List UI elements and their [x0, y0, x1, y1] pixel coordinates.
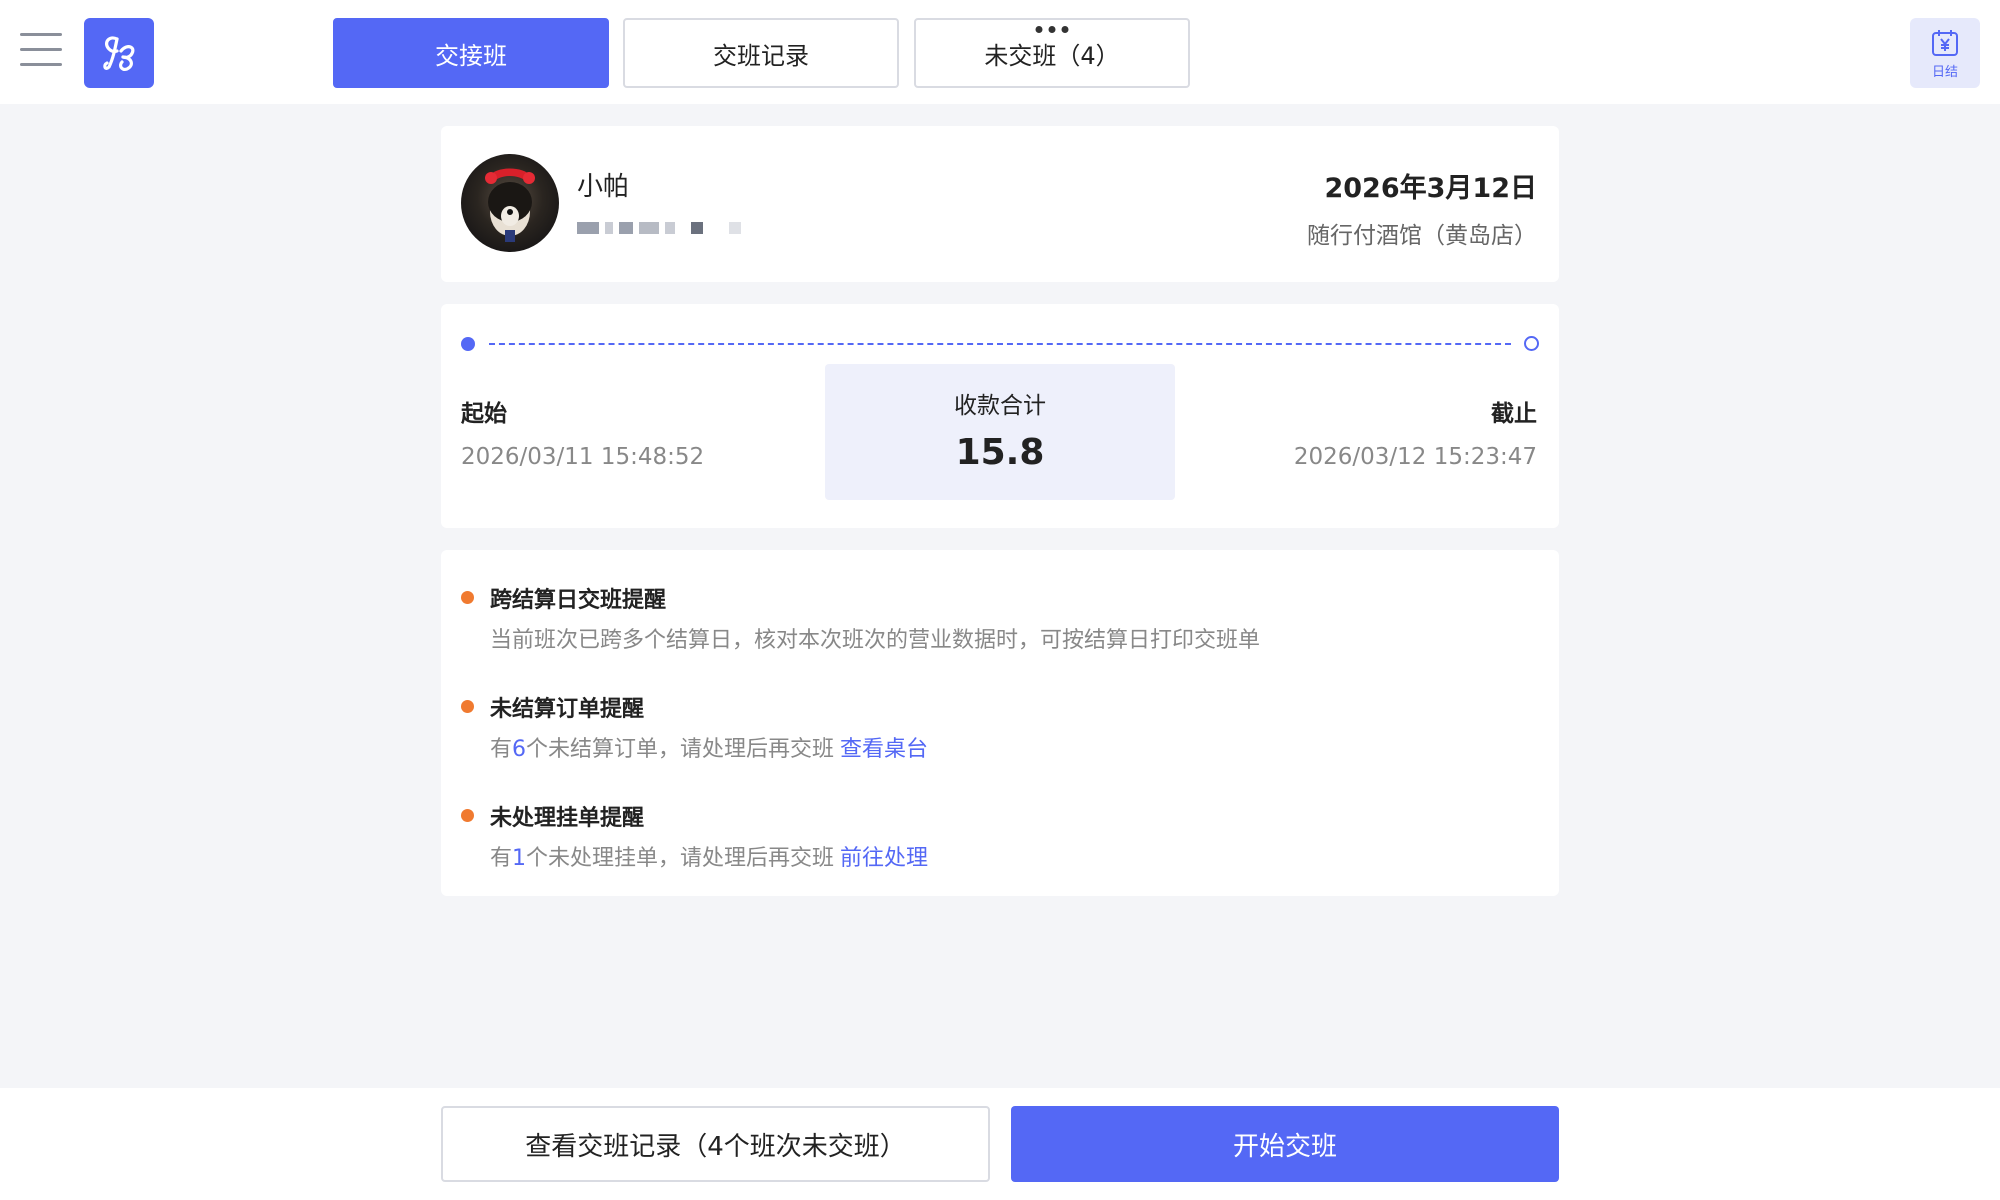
user-name: 小帕 — [577, 172, 630, 202]
notice-desc-prefix: 有 — [490, 846, 513, 871]
notice-desc: 有1个未处理挂单，请处理后再交班 前往处理 — [490, 840, 928, 872]
timeline-track — [461, 332, 1539, 356]
top-bar: 交接班 交班记录 未交班（4） 日结 — [0, 0, 2000, 104]
start-time: 2026/03/11 15:48:52 — [461, 444, 705, 470]
pending-hold-count: 1 — [512, 846, 527, 871]
start-label: 起始 — [461, 401, 507, 427]
notice-desc-suffix: 个未结算订单，请处理后再交班 — [526, 737, 835, 762]
warning-dot-icon — [461, 809, 474, 822]
daily-settlement-button[interactable]: 日结 — [1910, 18, 1980, 88]
timeline-start-dot — [461, 337, 475, 351]
profile-card: 小帕 2026年3月12日 随行付酒馆（黄岛店） — [441, 126, 1559, 282]
tab-pending-handover[interactable]: 未交班（4） — [914, 18, 1190, 88]
butterfly-logo-icon — [84, 18, 154, 88]
view-tables-link[interactable]: 查看桌台 — [840, 737, 928, 762]
warning-dot-icon — [461, 700, 474, 713]
start-handover-button[interactable]: 开始交班 — [1011, 1106, 1559, 1182]
hamburger-menu-icon[interactable] — [20, 33, 62, 69]
notices-card: 跨结算日交班提醒 当前班次已跨多个结算日，核对本次班次的营业数据时，可按结算日打… — [441, 550, 1559, 896]
warning-dot-icon — [461, 591, 474, 604]
calendar-yen-icon — [1932, 29, 1958, 56]
notice-desc: 有6个未结算订单，请处理后再交班 查看桌台 — [490, 731, 928, 763]
tab-handover-label: 交接班 — [435, 41, 507, 70]
user-id-masked — [577, 222, 741, 234]
tab-handover-records[interactable]: 交班记录 — [623, 18, 899, 88]
notice-title: 未处理挂单提醒 — [490, 806, 645, 831]
timeline-dashed-line — [489, 343, 1511, 345]
total-summary-box: 收款合计 15.8 — [825, 364, 1175, 500]
bottom-action-bar: 查看交班记录（4个班次未交班） 开始交班 — [0, 1088, 2000, 1200]
end-time: 2026/03/12 15:23:47 — [1293, 444, 1537, 470]
timeline-end-dot — [1524, 336, 1539, 351]
notice-desc-prefix: 有 — [490, 737, 513, 762]
more-dots-icon — [1035, 26, 1069, 33]
total-value: 15.8 — [955, 432, 1045, 473]
go-process-link[interactable]: 前往处理 — [840, 846, 928, 871]
notice-desc-suffix: 个未处理挂单，请处理后再交班 — [526, 846, 835, 871]
unsettled-order-count: 6 — [512, 737, 527, 762]
current-date: 2026年3月12日 — [1324, 173, 1537, 204]
shift-range-card: 起始 2026/03/11 15:48:52 收款合计 15.8 截止 2026… — [441, 304, 1559, 528]
total-label: 收款合计 — [954, 393, 1046, 419]
end-label: 截止 — [1491, 401, 1537, 427]
view-handover-records-button[interactable]: 查看交班记录（4个班次未交班） — [441, 1106, 990, 1182]
daily-settlement-label: 日结 — [1931, 64, 1958, 80]
tab-handover-records-label: 交班记录 — [713, 41, 809, 70]
notice-title: 跨结算日交班提醒 — [490, 588, 667, 613]
notice-desc: 当前班次已跨多个结算日，核对本次班次的营业数据时，可按结算日打印交班单 — [490, 628, 1261, 653]
tab-pending-handover-label: 未交班（4） — [984, 41, 1120, 70]
store-name: 随行付酒馆（黄岛店） — [1307, 223, 1537, 249]
notice-title: 未结算订单提醒 — [490, 697, 645, 722]
tab-handover[interactable]: 交接班 — [333, 18, 609, 88]
avatar — [461, 154, 559, 252]
